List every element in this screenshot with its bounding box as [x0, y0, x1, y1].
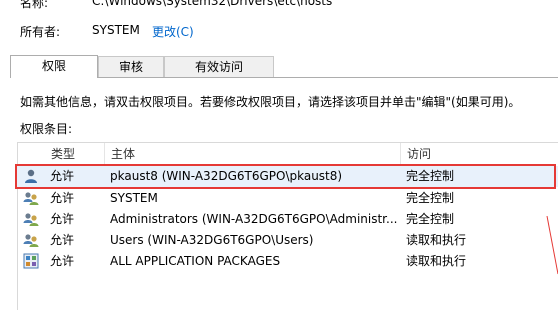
tab-effective-access[interactable]: 有效访问: [164, 56, 274, 77]
column-header-principal[interactable]: 主体: [111, 143, 135, 165]
column-divider[interactable]: [400, 143, 401, 165]
file-name-label: 名称:: [20, 0, 49, 10]
row-type: 允许: [50, 169, 75, 183]
row-type: 允许: [50, 254, 75, 268]
owner-value: SYSTEM: [92, 23, 140, 37]
tab-strip: 权限 审核 有效访问: [10, 55, 558, 78]
row-principal: ALL APPLICATION PACKAGES: [110, 254, 281, 268]
red-annotation-line: [546, 216, 558, 275]
row-access: 读取和执行: [406, 254, 467, 268]
info-text: 如需其他信息，请双击权限项目。若要修改权限项目，请选择该项目并单击"编辑"(如果…: [20, 95, 521, 109]
row-type: 允许: [50, 212, 75, 226]
row-principal: pkaust8 (WIN-A32DG6T6GPO\pkaust8): [110, 169, 343, 183]
permission-row-all-app-packages[interactable]: 允许 ALL APPLICATION PACKAGES 读取和执行: [17, 251, 558, 272]
column-header-type[interactable]: 类型: [51, 143, 75, 165]
column-header-access[interactable]: 访问: [407, 143, 431, 165]
permission-row-administrators[interactable]: 允许 Administrators (WIN-A32DG6T6GPO\Admin…: [17, 209, 558, 230]
tab-permissions[interactable]: 权限: [10, 55, 98, 78]
permission-row-pkaust8[interactable]: 允许 pkaust8 (WIN-A32DG6T6GPO\pkaust8) 完全控…: [17, 166, 558, 187]
list-header: 类型 主体 访问: [18, 143, 558, 166]
row-principal: Administrators (WIN-A32DG6T6GPO\Administ…: [110, 212, 398, 226]
row-principal: Users (WIN-A32DG6T6GPO\Users): [110, 233, 314, 247]
change-owner-link[interactable]: 更改(C): [152, 23, 194, 40]
file-name-value: C:\Windows\System32\Drivers\etc\hosts: [92, 0, 333, 8]
tab-auditing[interactable]: 审核: [98, 56, 164, 77]
row-access: 完全控制: [406, 191, 455, 205]
row-access: 读取和执行: [406, 233, 467, 247]
row-access: 完全控制: [406, 212, 455, 226]
group-icon: [23, 192, 39, 205]
permission-row-users[interactable]: 允许 Users (WIN-A32DG6T6GPO\Users) 读取和执行: [17, 230, 558, 251]
group-icon: [23, 234, 39, 247]
group-icon: [23, 213, 39, 226]
permission-row-system[interactable]: 允许 SYSTEM 完全控制: [17, 188, 558, 209]
user-icon: [25, 169, 37, 183]
owner-label: 所有者:: [20, 25, 61, 39]
column-divider[interactable]: [104, 143, 105, 165]
package-icon: [23, 253, 39, 269]
row-type: 允许: [50, 233, 75, 247]
permission-entries-label: 权限条目:: [20, 122, 73, 136]
row-principal: SYSTEM: [110, 191, 158, 205]
row-type: 允许: [50, 191, 75, 205]
row-access: 完全控制: [406, 169, 455, 183]
